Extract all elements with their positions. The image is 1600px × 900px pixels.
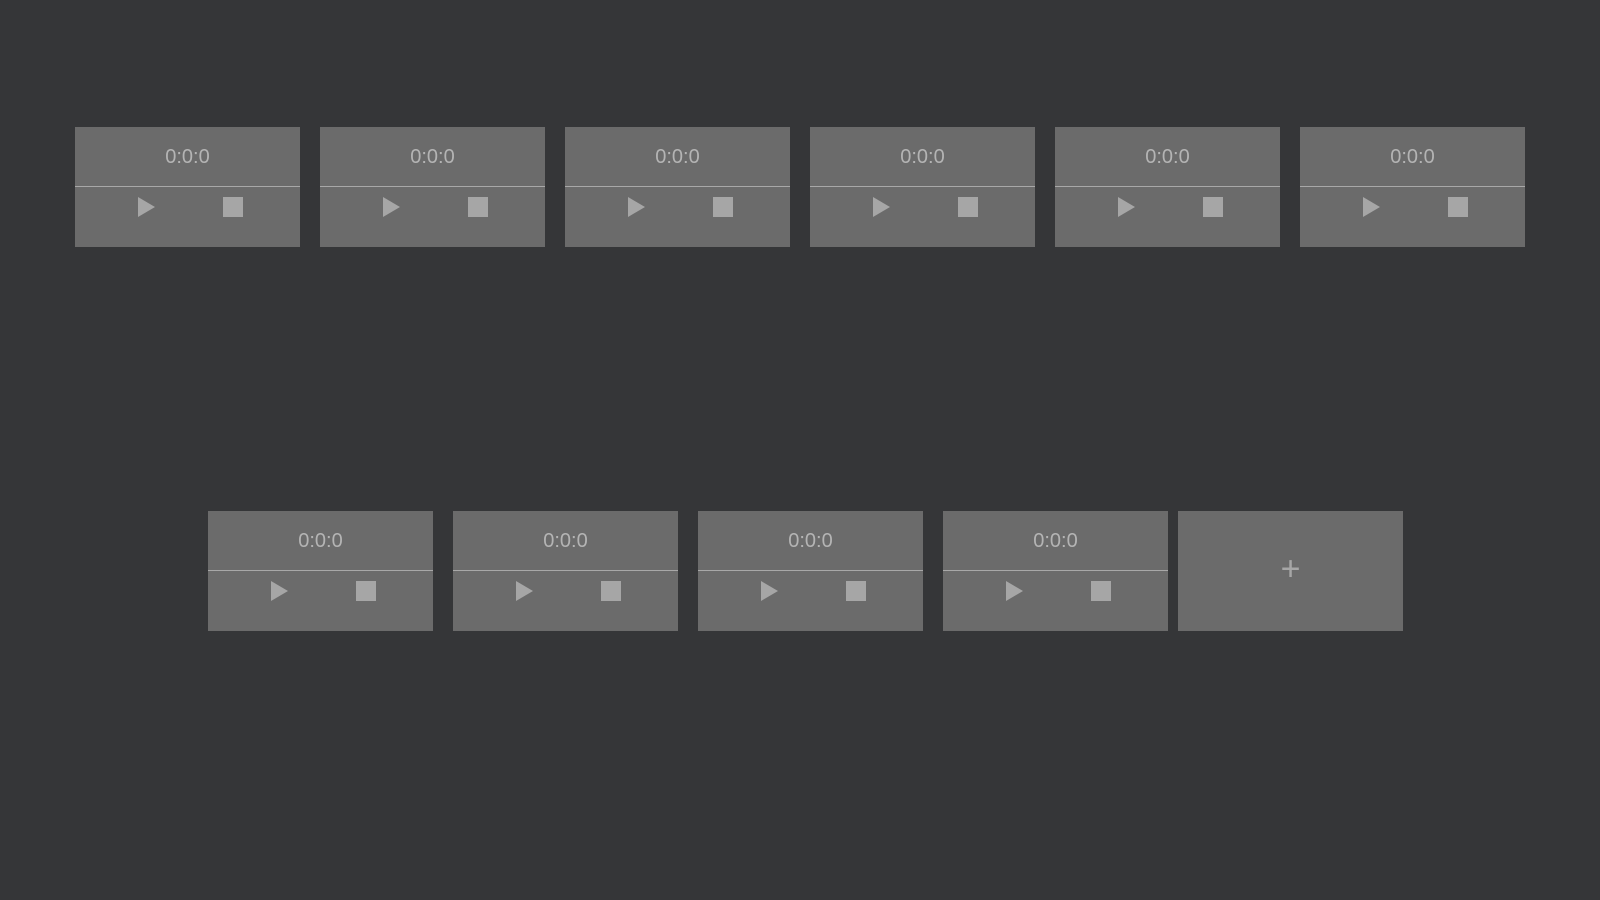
timer-controls (75, 187, 300, 246)
timer-display: 0:0:0 (1300, 127, 1525, 187)
play-icon (138, 197, 155, 217)
stop-icon (713, 197, 733, 217)
play-button[interactable] (132, 195, 158, 219)
timer-row-top: 0:0:0 0:0:0 0:0:0 0:0:0 0:0:0 0:0:0 (0, 127, 1600, 247)
timer-card: 0:0:0 (698, 511, 923, 631)
timer-row-bottom: 0:0:0 0:0:0 0:0:0 0:0:0 + (0, 511, 1600, 631)
play-button[interactable] (867, 195, 893, 219)
stop-icon (223, 197, 243, 217)
play-icon (628, 197, 645, 217)
timer-controls (565, 187, 790, 246)
timer-display: 0:0:0 (698, 511, 923, 571)
timer-display: 0:0:0 (208, 511, 433, 571)
stop-icon (958, 197, 978, 217)
plus-icon: + (1280, 550, 1301, 588)
play-icon (1363, 197, 1380, 217)
stop-button[interactable] (1200, 195, 1226, 219)
stop-icon (356, 581, 376, 601)
play-icon (1118, 197, 1135, 217)
stop-icon (1448, 197, 1468, 217)
timer-card: 0:0:0 (1055, 127, 1280, 247)
stop-button[interactable] (843, 579, 869, 603)
timer-card: 0:0:0 (1300, 127, 1525, 247)
play-icon (761, 581, 778, 601)
timer-display: 0:0:0 (943, 511, 1168, 571)
timer-controls (698, 571, 923, 630)
stop-button[interactable] (710, 195, 736, 219)
play-icon (271, 581, 288, 601)
stop-button[interactable] (465, 195, 491, 219)
play-button[interactable] (1357, 195, 1383, 219)
timer-controls (810, 187, 1035, 246)
timer-card: 0:0:0 (320, 127, 545, 247)
stop-button[interactable] (220, 195, 246, 219)
stop-icon (601, 581, 621, 601)
timer-display: 0:0:0 (565, 127, 790, 187)
play-icon (1006, 581, 1023, 601)
stop-button[interactable] (598, 579, 624, 603)
timer-display: 0:0:0 (810, 127, 1035, 187)
stop-button[interactable] (1088, 579, 1114, 603)
play-icon (873, 197, 890, 217)
timer-controls (320, 187, 545, 246)
timer-card: 0:0:0 (453, 511, 678, 631)
play-button[interactable] (377, 195, 403, 219)
timer-controls (1300, 187, 1525, 246)
stop-icon (468, 197, 488, 217)
stop-button[interactable] (1445, 195, 1471, 219)
timer-card: 0:0:0 (565, 127, 790, 247)
play-button[interactable] (622, 195, 648, 219)
play-button[interactable] (265, 579, 291, 603)
stop-button[interactable] (353, 579, 379, 603)
stop-icon (846, 581, 866, 601)
timer-display: 0:0:0 (320, 127, 545, 187)
play-button[interactable] (755, 579, 781, 603)
timer-controls (1055, 187, 1280, 246)
timer-card: 0:0:0 (943, 511, 1168, 631)
timer-display: 0:0:0 (1055, 127, 1280, 187)
timer-controls (943, 571, 1168, 630)
play-button[interactable] (510, 579, 536, 603)
stop-icon (1091, 581, 1111, 601)
play-button[interactable] (1000, 579, 1026, 603)
timer-board: 0:0:0 0:0:0 0:0:0 0:0:0 0:0:0 0:0:0 0:0:… (0, 0, 1600, 900)
timer-card: 0:0:0 (810, 127, 1035, 247)
play-icon (383, 197, 400, 217)
add-timer-button[interactable]: + (1178, 511, 1403, 631)
timer-card: 0:0:0 (75, 127, 300, 247)
timer-controls (208, 571, 433, 630)
timer-display: 0:0:0 (453, 511, 678, 571)
timer-card: 0:0:0 (208, 511, 433, 631)
stop-button[interactable] (955, 195, 981, 219)
timer-controls (453, 571, 678, 630)
timer-display: 0:0:0 (75, 127, 300, 187)
play-button[interactable] (1112, 195, 1138, 219)
stop-icon (1203, 197, 1223, 217)
play-icon (516, 581, 533, 601)
